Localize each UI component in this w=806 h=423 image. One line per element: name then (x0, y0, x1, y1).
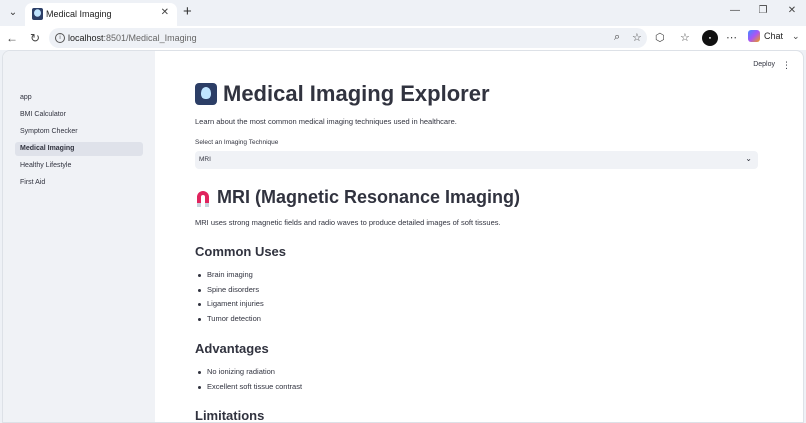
close-tab-icon[interactable]: ✕ (161, 7, 169, 18)
tab-strip: ⌄ Medical Imaging ✕ + — ❐ ✕ (0, 0, 806, 26)
more-menu-icon[interactable]: ⋯ (726, 31, 737, 44)
list-item: Tumor detection (195, 312, 264, 327)
sidebar: app BMI Calculator Symptom Checker Medic… (3, 51, 155, 422)
extensions-icon[interactable]: ⬡ (655, 31, 665, 44)
list-item: Ligament injuries (195, 297, 264, 312)
list-item: No ionizing radiation (195, 365, 302, 380)
tab-title: Medical Imaging (46, 9, 112, 19)
back-icon[interactable]: ← (5, 31, 19, 45)
list-item: Brain imaging (195, 268, 264, 283)
close-window-icon[interactable]: ✕ (785, 5, 799, 16)
main-content: Deploy ⋮ Medical Imaging Explorer Learn … (155, 51, 803, 423)
limitations-heading: Limitations (195, 408, 265, 423)
list-item: Excellent soft tissue contrast (195, 380, 302, 395)
site-info-icon[interactable]: i (55, 33, 65, 43)
chat-button[interactable]: Chat (748, 30, 783, 46)
minimize-icon[interactable]: — (728, 5, 742, 16)
list-item: Spine disorders (195, 283, 264, 298)
restore-icon[interactable]: ❐ (756, 5, 770, 16)
medical-skull-icon (32, 8, 43, 20)
sidebar-item-medical-imaging[interactable]: Medical Imaging (15, 142, 143, 156)
uses-heading: Common Uses (195, 244, 287, 259)
tab-search-chevron-icon[interactable]: ⌄ (6, 6, 20, 20)
reload-icon[interactable]: ↻ (28, 31, 42, 45)
select-label: Select an Imaging Technique (195, 139, 279, 146)
bookmark-star-icon[interactable]: ☆ (632, 31, 642, 44)
url-input[interactable]: i localhost:8501/Medical_Imaging ⌕ ☆ (49, 28, 647, 48)
uses-list: Brain imaging Spine disorders Ligament i… (195, 268, 264, 326)
url-text: localhost:8501/Medical_Imaging (68, 33, 197, 43)
sidebar-item-healthy-lifestyle[interactable]: Healthy Lifestyle (15, 159, 143, 173)
browser-tab[interactable]: Medical Imaging ✕ (25, 3, 177, 26)
section-description: MRI uses strong magnetic fields and radi… (195, 218, 501, 227)
sidebar-item-bmi-calculator[interactable]: BMI Calculator (15, 108, 143, 122)
section-title: MRI (Magnetic Resonance Imaging) (195, 187, 520, 209)
profile-avatar[interactable]: ● (702, 30, 718, 46)
chevron-down-icon: ⌄ (745, 154, 752, 163)
deploy-button[interactable]: Deploy (753, 61, 775, 68)
intro-text: Learn about the most common medical imag… (195, 117, 457, 126)
new-tab-icon[interactable]: + (183, 4, 192, 20)
page-viewport: app BMI Calculator Symptom Checker Medic… (2, 50, 804, 423)
main-menu-icon[interactable]: ⋮ (782, 60, 791, 71)
sidebar-item-app[interactable]: app (15, 91, 143, 105)
select-value: MRI (199, 156, 211, 163)
sidebar-item-first-aid[interactable]: First Aid (15, 176, 143, 190)
magnet-icon (197, 190, 209, 207)
advantages-heading: Advantages (195, 341, 269, 356)
page-title: Medical Imaging Explorer (195, 81, 490, 106)
favorites-icon[interactable]: ☆ (680, 31, 690, 44)
skull-xray-icon (195, 83, 217, 105)
advantages-list: No ionizing radiation Excellent soft tis… (195, 365, 302, 394)
zoom-icon[interactable]: ⌕ (614, 31, 620, 44)
copilot-icon (748, 30, 760, 42)
sidebar-item-symptom-checker[interactable]: Symptom Checker (15, 125, 143, 139)
address-bar-row: ← ↻ i localhost:8501/Medical_Imaging ⌕ ☆… (0, 26, 806, 50)
chevron-down-icon[interactable]: ⌄ (792, 31, 800, 42)
imaging-technique-select[interactable]: MRI ⌄ (195, 151, 758, 169)
